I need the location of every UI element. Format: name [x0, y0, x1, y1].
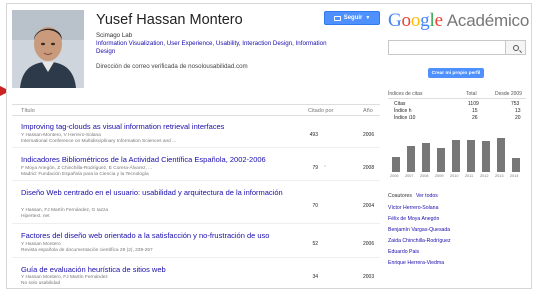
citation-row-label[interactable]: Citas [394, 101, 405, 107]
logo-product-name: Académico [446, 11, 530, 30]
chart-bar [407, 146, 415, 172]
merged-marker: * [324, 165, 326, 171]
article-venue: No solo usabilidad [21, 281, 61, 286]
coauthor-link[interactable]: Eduardo Pais [388, 249, 419, 255]
citation-row-label[interactable]: Índice i10 [394, 115, 415, 121]
table-row: Guía de evaluación heurística de sitios … [12, 261, 380, 289]
article-year: 2008 [363, 165, 375, 171]
coauthor-link[interactable]: Félix de Moya Anegón [388, 216, 439, 222]
chart-year-label: 2007 [405, 174, 414, 178]
article-venue: Revista española de documentación cientí… [21, 248, 153, 253]
create-profile-button[interactable]: Crear mi propio perfil [428, 68, 484, 78]
article-title-link[interactable]: Guía de evaluación heurística de sitios … [21, 265, 291, 274]
article-authors: Y Hassan-Montero, V Herrero-Solana [21, 133, 101, 138]
citation-row-label[interactable]: Índice h [394, 108, 412, 114]
article-authors: Y Hassan Montero, FJ Martín Fernández [21, 275, 108, 280]
article-year: 2006 [363, 241, 375, 247]
article-year: 2006 [363, 132, 375, 138]
chart-year-label: 2010 [450, 174, 459, 178]
cited-by-link[interactable]: 70 [312, 203, 318, 209]
chart-year-label: 2014 [510, 174, 519, 178]
citation-row-total: 1109 [468, 101, 479, 107]
chart-bar [512, 158, 520, 172]
citation-since-heading: Desde 2009 [495, 91, 522, 97]
article-venue: Hipertext. net [21, 214, 50, 219]
cited-by-link[interactable]: 493 [310, 132, 318, 138]
column-title[interactable]: Título [21, 108, 35, 114]
table-row: Diseño Web centrado en el usuario: usabi… [12, 184, 380, 224]
citation-indices-heading: Índices de citas [388, 91, 423, 97]
coauthors-heading: Coautores Ver todos [388, 193, 438, 199]
chart-bar [452, 140, 460, 172]
profile-name: Yusef Hassan Montero [96, 12, 243, 28]
chart-year-label: 2012 [480, 174, 489, 178]
article-year: 2003 [363, 274, 375, 280]
profile-photo [12, 10, 84, 88]
coauthor-link[interactable]: Enrique Herrera-Viedma [388, 260, 444, 266]
chart-bar [482, 141, 490, 172]
follow-label: Seguir [343, 15, 363, 21]
chart-year-label: 2009 [435, 174, 444, 178]
cited-by-link[interactable]: 52 [312, 241, 318, 247]
coauthors-title: Coautores [388, 193, 412, 199]
coauthor-link[interactable]: Víctor Herrero-Solana [388, 205, 438, 211]
search-input[interactable] [388, 40, 506, 55]
profile-affiliation: Scimago Lab [96, 32, 133, 39]
google-scholar-logo[interactable]: Google Académico [388, 10, 529, 32]
column-year[interactable]: Año [363, 108, 373, 114]
citation-row-since: 20 [515, 115, 521, 121]
search-icon [512, 44, 519, 51]
chart-bar [497, 138, 505, 172]
chart-year-label: 2006 [390, 174, 399, 178]
chart-year-label: 2008 [420, 174, 429, 178]
chart-bar [467, 140, 475, 172]
view-all-link[interactable]: Ver todos [416, 193, 438, 199]
citation-total-heading: Total [466, 91, 477, 97]
profile-interests[interactable]: Information Visualization, User Experien… [96, 40, 346, 55]
article-title-link[interactable]: Factores del diseño web orientado a la s… [21, 231, 291, 240]
citation-row-total: 26 [472, 115, 478, 121]
article-title-link[interactable]: Diseño Web centrado en el usuario: usabi… [21, 188, 291, 197]
table-row: Indicadores Bibliométricos de la Activid… [12, 151, 380, 181]
chart-bar [392, 157, 400, 172]
table-row: Improving tag-clouds as visual informati… [12, 118, 380, 148]
follow-button[interactable]: Seguir ▼ [324, 11, 380, 25]
divider [388, 98, 526, 99]
coauthor-link[interactable]: Benjamín Vargas-Quesada [388, 227, 450, 233]
article-authors: Y Hassan Montero [21, 242, 61, 247]
citation-row-since: 753 [511, 101, 520, 107]
search-button[interactable] [506, 40, 526, 55]
article-title-link[interactable]: Improving tag-clouds as visual informati… [21, 122, 291, 131]
column-cited-by[interactable]: Citado por [308, 108, 333, 114]
verified-email: Dirección de correo verificada de nosolo… [96, 63, 248, 70]
chart-bar [422, 143, 430, 172]
cited-by-link[interactable]: 79 [312, 165, 318, 171]
chevron-down-icon: ▼ [365, 15, 371, 21]
chart-year-label: 2011 [465, 174, 474, 178]
chart-bar [437, 148, 445, 172]
article-year: 2004 [363, 203, 375, 209]
envelope-icon [333, 15, 341, 21]
coauthor-link[interactable]: Zaida Chinchilla-Rodríguez [388, 238, 451, 244]
article-venue: Madrid: Fundación Española para la Cienc… [21, 172, 149, 177]
article-authors: Y Hassan, FJ Martín Fernández, G Iazza [21, 208, 109, 213]
article-authors: F Moya Anegón, Z Chinchilla-Rodríguez, E… [21, 166, 153, 171]
citations-per-year-chart: 2006 2007 2008 2009 2010 2011 2012 2013 2014 [388, 138, 530, 182]
articles-table-header: Título Citado por Año [12, 104, 380, 116]
cited-by-link[interactable]: 34 [312, 274, 318, 280]
table-row: Factores del diseño web orientado a la s… [12, 227, 380, 258]
citation-row-since: 13 [515, 108, 521, 114]
article-venue: International Conference on Multidiscipl… [21, 139, 177, 144]
profile-header: Yusef Hassan Montero Scimago Lab Informa… [12, 10, 382, 92]
article-title-link[interactable]: Indicadores Bibliométricos de la Activid… [21, 155, 291, 164]
citation-row-total: 15 [472, 108, 478, 114]
chart-year-label: 2013 [495, 174, 504, 178]
